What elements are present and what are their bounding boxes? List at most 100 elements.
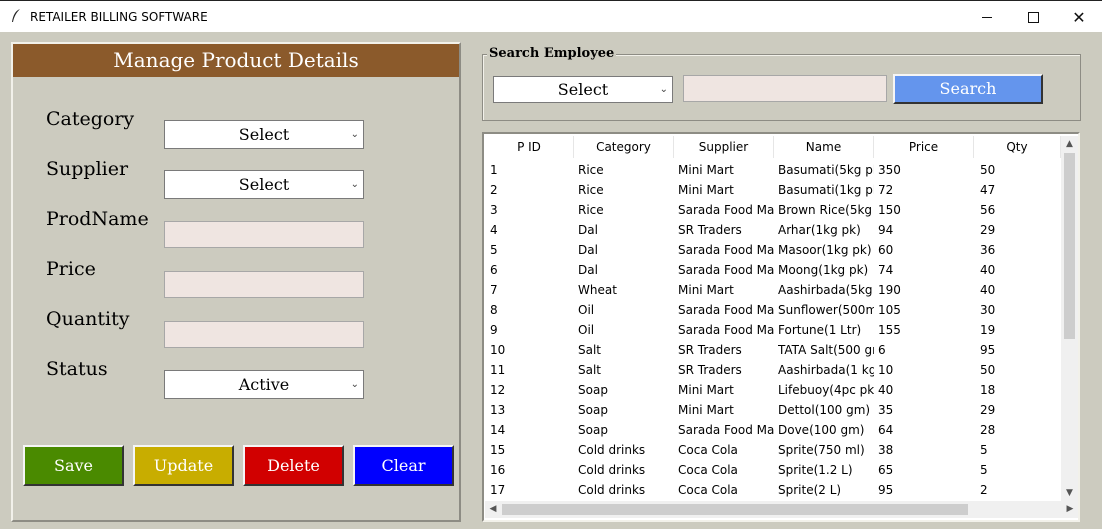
table-cell: Salt (578, 363, 602, 377)
table-cell: SR Traders (678, 343, 742, 357)
table-cell: 4 (490, 223, 498, 237)
table-cell: 95 (878, 483, 894, 497)
table-row[interactable]: 6 Dal Sarada Food Mart Moong(1kg pk) 74 40 (485, 260, 1061, 280)
table-cell: Dal (578, 223, 598, 237)
table-row[interactable]: 2 Rice Mini Mart Basumati(1kg pk) 72 47 (485, 180, 1061, 200)
category-select[interactable]: Select ⌄ (164, 120, 364, 149)
minimize-icon (982, 16, 992, 18)
chevron-down-icon: ⌄ (350, 179, 359, 190)
table-cell: Soap (578, 403, 608, 417)
table-cell: 72 (878, 183, 894, 197)
table-cell: 14 (490, 423, 506, 437)
quantity-input[interactable] (164, 321, 364, 348)
prodname-label: ProdName (46, 208, 149, 230)
table-cell: 40 (980, 283, 996, 297)
table-cell: Soap (578, 383, 608, 397)
table-row[interactable]: 13 Soap Mini Mart Dettol(100 gm) 35 29 (485, 400, 1061, 420)
delete-button[interactable]: Delete (243, 445, 344, 486)
table-row[interactable]: 11 Salt SR Traders Aashirbada(1 kg) 10 50 (485, 360, 1061, 380)
table-cell: 30 (980, 303, 996, 317)
table-cell: Lifebuoy(4pc pk) (778, 383, 874, 397)
table-row[interactable]: 16 Cold drinks Coca Cola Sprite(1.2 L) 65 5 (485, 460, 1061, 480)
table-cell: Sarada Food Mart (678, 303, 774, 317)
column-header[interactable]: Price (874, 136, 974, 158)
update-button[interactable]: Update (133, 445, 234, 486)
table-cell: 6 (490, 263, 498, 277)
table-cell: 65 (878, 463, 894, 477)
table-cell: Moong(1kg pk) (778, 263, 869, 277)
table-cell: 40 (980, 263, 996, 277)
table-cell: Mini Mart (678, 283, 734, 297)
table-cell: Sprite(1.2 L) (778, 463, 853, 477)
table-row[interactable]: 7 Wheat Mini Mart Aashirbada(5kg p 190 40 (485, 280, 1061, 300)
column-header[interactable]: P ID (485, 136, 574, 158)
table-cell: 9 (490, 323, 498, 337)
table-cell: Arhar(1kg pk) (778, 223, 861, 237)
table-cell: 60 (878, 243, 894, 257)
supplier-select[interactable]: Select ⌄ (164, 170, 364, 199)
table-row[interactable]: 9 Oil Sarada Food Mart Fortune(1 Ltr) 155 19 (485, 320, 1061, 340)
table-cell: Aashirbada(5kg p (778, 283, 874, 297)
table-row[interactable]: 10 Salt SR Traders TATA Salt(500 gm 6 95 (485, 340, 1061, 360)
column-header[interactable]: Category (574, 136, 674, 158)
maximize-button[interactable] (1010, 1, 1056, 33)
maximize-icon (1027, 11, 1039, 23)
table-cell: Mini Mart (678, 183, 734, 197)
column-header[interactable]: Supplier (674, 136, 774, 158)
search-button[interactable]: Search (893, 74, 1043, 104)
table-cell: 5 (980, 443, 988, 457)
scroll-up-icon[interactable]: ▲ (1061, 136, 1078, 152)
table-row[interactable]: 12 Soap Mini Mart Lifebuoy(4pc pk) 40 18 (485, 380, 1061, 400)
table-cell: 15 (490, 443, 506, 457)
table-row[interactable]: 8 Oil Sarada Food Mart Sunflower(500ml) 105 3… (485, 300, 1061, 320)
table-row[interactable]: 15 Cold drinks Coca Cola Sprite(750 ml) 38 5 (485, 440, 1061, 460)
scroll-left-icon[interactable]: ◀ (485, 501, 501, 518)
save-button[interactable]: Save (23, 445, 124, 486)
table-cell: Oil (578, 323, 595, 337)
table-cell: Dove(100 gm) (778, 423, 865, 437)
prodname-input[interactable] (164, 221, 364, 248)
table-body: 1 Rice Mini Mart Basumati(5kg pk) 350 50 2 Rice… (485, 160, 1061, 500)
window-title: RETAILER BILLING SOFTWARE (30, 10, 208, 24)
table-cell: 56 (980, 203, 996, 217)
search-input[interactable] (683, 75, 887, 102)
table-cell: Mini Mart (678, 383, 734, 397)
supplier-select-value: Select (238, 175, 290, 194)
column-header[interactable]: Name (774, 136, 874, 158)
close-button[interactable]: ✕ (1056, 1, 1102, 33)
price-input[interactable] (164, 271, 364, 298)
supplier-label: Supplier (46, 158, 129, 180)
table-row[interactable]: 14 Soap Sarada Food Mart Dove(100 gm) 64 28 (485, 420, 1061, 440)
table-row[interactable]: 17 Cold drinks Coca Cola Sprite(2 L) 95 2 (485, 480, 1061, 500)
status-select[interactable]: Active ⌄ (164, 370, 364, 399)
table-cell: 11 (490, 363, 506, 377)
vertical-scrollbar[interactable]: ▲ ▼ (1061, 136, 1078, 501)
table-cell: 38 (878, 443, 894, 457)
table-cell: Dal (578, 263, 598, 277)
scroll-down-icon[interactable]: ▼ (1061, 485, 1078, 501)
table-cell: 74 (878, 263, 894, 277)
table-cell: Rice (578, 183, 604, 197)
minimize-button[interactable] (964, 1, 1010, 33)
scroll-right-icon[interactable]: ▶ (1062, 501, 1078, 518)
table-cell: Salt (578, 343, 602, 357)
column-header[interactable]: Qty (974, 136, 1061, 158)
table-row[interactable]: 5 Dal Sarada Food Mart Masoor(1kg pk) 60 36 (485, 240, 1061, 260)
search-by-select[interactable]: Select ⌄ (493, 76, 673, 103)
horizontal-scrollbar[interactable]: ◀ ▶ (485, 501, 1078, 518)
table-row[interactable]: 4 Dal SR Traders Arhar(1kg pk) 94 29 (485, 220, 1061, 240)
vertical-scroll-thumb[interactable] (1064, 153, 1075, 339)
table-row[interactable]: 1 Rice Mini Mart Basumati(5kg pk) 350 50 (485, 160, 1061, 180)
table-cell: Cold drinks (578, 463, 646, 477)
category-label: Category (46, 108, 135, 130)
table-cell: 1 (490, 163, 498, 177)
table-cell: 2 (980, 483, 988, 497)
table-cell: 47 (980, 183, 996, 197)
table-cell: 18 (980, 383, 996, 397)
table-header: P ID Category Supplier Name Price Qty (485, 136, 1061, 158)
table-row[interactable]: 3 Rice Sarada Food Mart Brown Rice(5kg p 150… (485, 200, 1061, 220)
clear-button[interactable]: Clear (353, 445, 454, 486)
horizontal-scroll-thumb[interactable] (502, 504, 968, 515)
title-bar: RETAILER BILLING SOFTWARE ✕ (0, 0, 1102, 32)
price-label: Price (46, 258, 96, 280)
